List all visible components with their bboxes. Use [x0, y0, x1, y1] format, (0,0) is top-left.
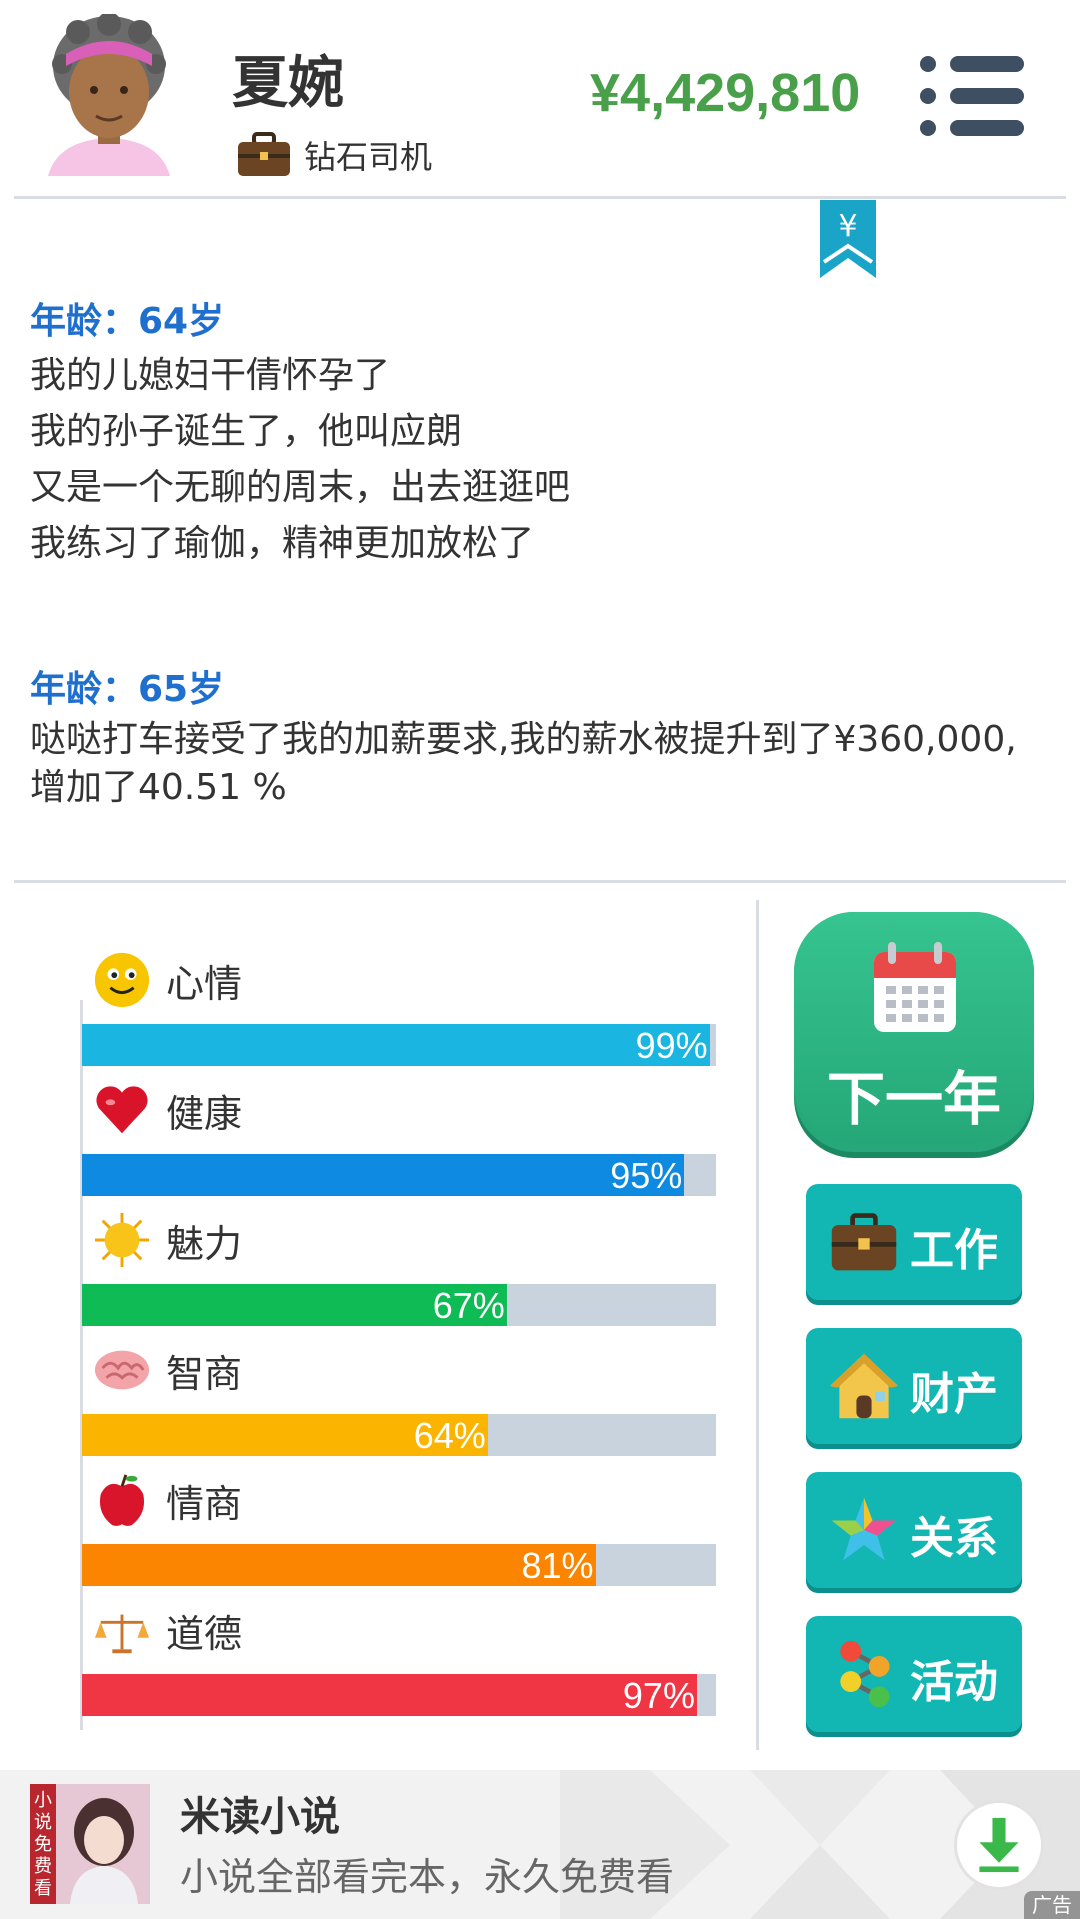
ad-banner[interactable]: 小 说 免 费 看 米读小说 小说全部看完本，永久免费看 广告 [0, 1770, 1080, 1919]
activities-icon [826, 1636, 902, 1712]
stat-percent: 97% [622, 1675, 695, 1716]
stat-percent: 99% [635, 1025, 708, 1066]
stat-bar: 95% [82, 1154, 716, 1196]
stat-percent: 95% [610, 1155, 683, 1196]
stats-panel: 心情 99% 健康 95% 魅力 67% 智商 64% 情商 81% 道德 97… [80, 940, 720, 1730]
svg-text:看: 看 [34, 1878, 52, 1899]
section-divider [14, 880, 1066, 883]
stat-label: 健康 [166, 1091, 243, 1136]
money-balance: ¥4,429,810 [590, 63, 861, 123]
stat-bar-fill: 99% [82, 1024, 710, 1066]
column-divider [756, 900, 759, 1750]
log-line: 我的孙子诞生了，他叫应朗 [30, 411, 463, 452]
stat-bar-fill: 97% [82, 1674, 697, 1716]
property-button[interactable]: 财产 [806, 1328, 1022, 1444]
stat-bar-fill: 95% [82, 1154, 685, 1196]
star-icon [826, 1492, 902, 1568]
smiley-icon [92, 950, 152, 1010]
menu-button[interactable] [920, 56, 1024, 136]
relations-button[interactable]: 关系 [806, 1472, 1022, 1588]
house-icon [826, 1348, 902, 1424]
briefcase-icon [826, 1204, 902, 1280]
stat-label: 魅力 [166, 1221, 243, 1266]
next-year-label: 下一年 [826, 1065, 1001, 1133]
log-entry: 年龄：64岁 我的儿媳妇干倩怀孕了 我的孙子诞生了，他叫应朗 又是一个无聊的周末… [30, 296, 1050, 572]
briefcase-icon [236, 132, 292, 178]
scales-icon [92, 1600, 152, 1660]
ad-title: 米读小说 [180, 1794, 340, 1840]
relations-label: 关系 [910, 1513, 998, 1564]
stat-label: 心情 [166, 961, 243, 1006]
property-label: 财产 [910, 1369, 998, 1420]
svg-text:说: 说 [34, 1812, 52, 1833]
work-button[interactable]: 工作 [806, 1184, 1022, 1300]
stat-morality: 道德 97% [80, 1600, 720, 1730]
stat-label: 智商 [166, 1351, 243, 1396]
brain-icon [92, 1340, 152, 1400]
stat-iq: 智商 64% [80, 1340, 720, 1470]
job-label: 钻石司机 [304, 138, 433, 176]
heart-icon [92, 1080, 152, 1140]
stat-charm: 魅力 67% [80, 1210, 720, 1340]
calendar-icon [870, 940, 960, 1036]
ad-description: 小说全部看完本，永久免费看 [180, 1855, 675, 1899]
log-line: 我练习了瑜伽，精神更加放松了 [30, 523, 535, 564]
download-icon [979, 1817, 1019, 1873]
stat-bar: 81% [82, 1544, 716, 1586]
download-button[interactable] [954, 1800, 1044, 1890]
log-entry: 年龄：65岁 哒哒打车接受了我的加薪要求,我的薪水被提升到了¥360,000,增… [30, 664, 1050, 812]
stat-bar-fill: 81% [82, 1544, 596, 1586]
activities-button[interactable]: 活动 [806, 1616, 1022, 1732]
stat-bar-fill: 64% [82, 1414, 488, 1456]
log-line: 又是一个无聊的周末，出去逛逛吧 [30, 467, 571, 508]
age-heading: 年龄：64岁 [30, 301, 225, 342]
life-log: 年龄：64岁 我的儿媳妇干倩怀孕了 我的孙子诞生了，他叫应朗 又是一个无聊的周末… [30, 296, 1050, 812]
header: 夏婉 钻石司机 ¥4,429,810 [0, 0, 1080, 196]
stat-label: 情商 [166, 1481, 243, 1526]
svg-text:免: 免 [34, 1834, 52, 1855]
stat-health: 健康 95% [80, 1080, 720, 1210]
svg-text:¥: ¥ [838, 209, 857, 244]
avatar[interactable] [48, 12, 170, 176]
stat-bar: 67% [82, 1284, 716, 1326]
stat-mood: 心情 99% [80, 950, 720, 1080]
stat-percent: 64% [413, 1415, 486, 1456]
ad-cover-text: 小 [34, 1790, 52, 1811]
apple-icon [92, 1470, 152, 1530]
ad-cover-image[interactable]: 小 说 免 费 看 [30, 1784, 150, 1904]
stat-percent: 67% [432, 1285, 505, 1326]
stat-bar: 64% [82, 1414, 716, 1456]
player-name: 夏婉 [232, 51, 344, 116]
work-label: 工作 [910, 1225, 998, 1276]
stat-bar-fill: 67% [82, 1284, 507, 1326]
stat-eq: 情商 81% [80, 1470, 720, 1600]
svg-text:费: 费 [34, 1856, 52, 1877]
money-bookmark-icon[interactable]: ¥ [820, 200, 876, 278]
ad-label: 广告 [1024, 1891, 1080, 1919]
age-heading: 年龄：65岁 [30, 669, 225, 710]
stat-bar: 97% [82, 1674, 716, 1716]
log-line: 我的儿媳妇干倩怀孕了 [30, 355, 391, 396]
menu-icon [920, 56, 936, 72]
stat-bar: 99% [82, 1024, 716, 1066]
next-year-button[interactable]: 下一年 [794, 912, 1034, 1152]
stat-percent: 81% [521, 1545, 594, 1586]
log-line: 哒哒打车接受了我的加薪要求,我的薪水被提升到了¥360,000,增加了40.51… [30, 719, 1017, 808]
sun-icon [92, 1210, 152, 1270]
header-divider [14, 196, 1066, 199]
stat-label: 道德 [166, 1611, 243, 1656]
activities-label: 活动 [910, 1657, 998, 1708]
job-title[interactable]: 钻石司机 [236, 130, 432, 180]
